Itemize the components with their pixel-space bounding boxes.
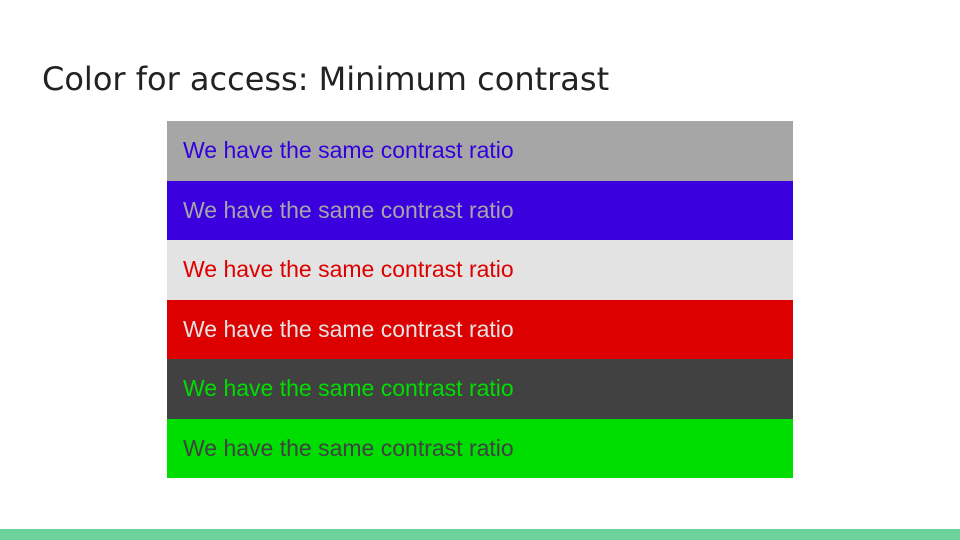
contrast-swatch-red-on-light-gray: We have the same contrast ratio bbox=[167, 240, 793, 300]
contrast-swatch-blue-on-gray: We have the same contrast ratio bbox=[167, 121, 793, 181]
contrast-swatch-dark-gray-on-green: We have the same contrast ratio bbox=[167, 418, 793, 478]
contrast-swatch-gray-on-blue: We have the same contrast ratio bbox=[167, 180, 793, 240]
contrast-swatch-green-on-dark-gray: We have the same contrast ratio bbox=[167, 359, 793, 419]
contrast-swatch-stack: We have the same contrast ratio We have … bbox=[167, 121, 793, 478]
slide: Color for access: Minimum contrast We ha… bbox=[0, 0, 960, 540]
footer-accent-bar bbox=[0, 529, 960, 540]
contrast-swatch-light-gray-on-red: We have the same contrast ratio bbox=[167, 299, 793, 359]
slide-title: Color for access: Minimum contrast bbox=[42, 60, 610, 98]
